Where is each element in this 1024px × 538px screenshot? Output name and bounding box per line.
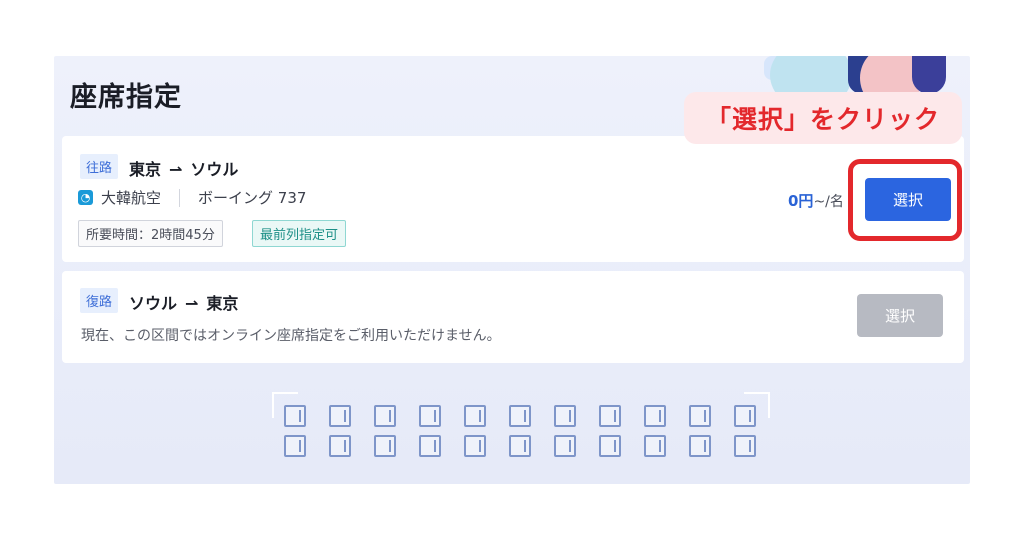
return-direction-badge: 復路: [80, 288, 119, 313]
airline-logo-icon: ◔: [78, 190, 93, 205]
airline-name: 大韓航空: [101, 189, 162, 207]
outbound-flight-card: 往路 東京 ⇀ ソウル ◔ 大韓航空 ボーイング 737 所要時間：2時間45分 最…: [62, 136, 964, 262]
aircraft-type: ボーイング 737: [198, 189, 307, 207]
outbound-direction-badge: 往路: [80, 154, 119, 179]
seat-icon: [734, 405, 756, 427]
return-flight-card: 復路 ソウル ⇀ 東京 現在、この区間ではオンライン座席指定をご利用いただけません。…: [62, 271, 964, 363]
seat-icon: [464, 405, 486, 427]
seat-icon: [464, 435, 486, 457]
seat-icon: [419, 405, 441, 427]
price-suffix: ~/名: [813, 194, 842, 210]
outbound-origin: 東京: [129, 160, 162, 179]
outbound-price: 0円~/名: [788, 190, 842, 211]
flight-info-row: ◔ 大韓航空 ボーイング 737: [78, 187, 306, 208]
seat-selection-panel: 座席指定 「選択」をクリック 往路 東京 ⇀ ソウル ◔ 大韓航空 ボーイング 73…: [54, 56, 970, 484]
outbound-route: 東京 ⇀ ソウル: [129, 156, 238, 180]
seat-map-illustration: [272, 392, 770, 484]
front-row-tag: 最前列指定可: [252, 220, 347, 247]
duration-tag: 所要時間：2時間45分: [78, 220, 223, 247]
seat-icon: [599, 435, 621, 457]
seat-icon: [554, 435, 576, 457]
seat-icon: [374, 435, 396, 457]
seat-icon: [689, 435, 711, 457]
seat-icon: [644, 435, 666, 457]
return-destination: 東京: [206, 294, 239, 313]
seat-icon: [644, 405, 666, 427]
outbound-select-button[interactable]: 選択: [865, 178, 951, 221]
seat-icon: [509, 435, 531, 457]
seat-icon: [509, 405, 531, 427]
seat-icon: [284, 405, 306, 427]
seat-icon: [734, 435, 756, 457]
divider: [179, 188, 181, 207]
seat-icon: [374, 405, 396, 427]
seat-icon: [329, 405, 351, 427]
outbound-destination: ソウル: [190, 160, 239, 179]
instruction-callout: 「選択」をクリック: [684, 92, 962, 144]
return-route: ソウル ⇀ 東京: [129, 290, 238, 314]
seat-icon: [689, 405, 711, 427]
illustration-seat-right: [912, 56, 946, 94]
return-select-button: 選択: [857, 294, 943, 337]
price-amount: 0円: [788, 192, 814, 210]
seat-icon: [554, 405, 576, 427]
seat-icon: [329, 435, 351, 457]
return-origin: ソウル: [129, 294, 178, 313]
return-unavailable-note: 現在、この区間ではオンライン座席指定をご利用いただけません。: [81, 328, 501, 344]
page-title: 座席指定: [70, 82, 182, 113]
route-arrow-icon: ⇀: [185, 294, 199, 313]
seat-icon: [284, 435, 306, 457]
seat-icon: [599, 405, 621, 427]
route-arrow-icon: ⇀: [169, 160, 183, 179]
seat-icon: [419, 435, 441, 457]
